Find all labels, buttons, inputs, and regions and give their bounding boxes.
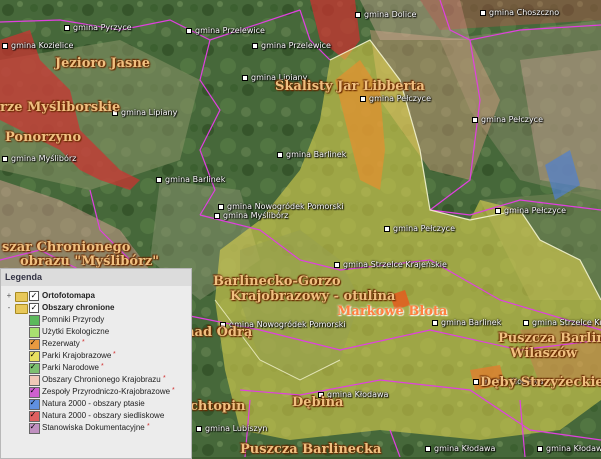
expand-icon[interactable]: + (5, 290, 13, 302)
legend-item[interactable]: ✓ Natura 2000 - obszary ptasie (1, 398, 191, 410)
legend-item[interactable]: ✓ Zespoły Przyrodniczo-Krajobrazowe * (1, 386, 191, 398)
gmina-label: gmina Strzelce Krajeńskie (334, 260, 447, 269)
legend-item[interactable]: ✓ Natura 2000 - obszary siedliskowe (1, 410, 191, 422)
folder-open-icon (15, 304, 28, 314)
area-label: Dębina (292, 395, 344, 410)
gmina-label: gmina Myślibórz (214, 211, 288, 220)
gmina-label: gmina Lubiszyn (196, 424, 267, 433)
gmina-label: gmina Myślibórz (2, 154, 76, 163)
gmina-label: gmina Dolice (355, 10, 416, 19)
gmina-label: gmina Pełczyce (384, 224, 455, 233)
required-marker: * (82, 339, 85, 346)
gmina-label: gmina Pyrzyce (64, 23, 132, 32)
folder-icon (15, 292, 28, 302)
gmina-label: gmina Przelewice (252, 41, 331, 50)
area-label: Puszcza Barlinecka (240, 442, 382, 457)
layer-checkbox[interactable]: ✓ (29, 411, 37, 419)
gmina-label: gmina Lipiany (112, 108, 177, 117)
legend-item[interactable]: ✓ Rezerwaty * (1, 338, 191, 350)
legend-item-label: Użytki Ekologiczne (42, 327, 110, 336)
legend-item[interactable]: ✓ Stanowiska Dokumentacyjne * (1, 422, 191, 434)
area-label: Markowe Błota (337, 304, 448, 319)
gmina-label: gmina Pełczyce (495, 206, 566, 215)
gmina-label: gmina Kłodawa (537, 444, 601, 453)
gmina-label: gmina Kłodawa (425, 444, 495, 453)
legend-item-label: Obszary Chronionego Krajobrazu (42, 375, 161, 384)
gmina-label: gmina Barlinek (277, 150, 346, 159)
legend-item[interactable]: ✓ Parki Krajobrazowe * (1, 350, 191, 362)
layer-checkbox[interactable] (29, 315, 37, 323)
gmina-label: gmina Choszczno (480, 8, 559, 17)
layer-checkbox[interactable]: ✓ (29, 399, 37, 407)
legend-item-label: Natura 2000 - obszary siedliskowe (42, 411, 165, 420)
area-label: Dęby Strzyżeckie (480, 375, 601, 390)
gmina-label: gmina Barlinek (432, 318, 501, 327)
legend-title: Legenda (1, 269, 191, 286)
gmina-label: gmina Strzelce Krajeńskie (523, 318, 601, 327)
legend-item[interactable]: Użytki Ekologiczne (1, 326, 191, 338)
area-label: Krajobrazowy - otulina (230, 289, 396, 304)
area-label: rze Myśliborskie (0, 100, 121, 115)
layer-checkbox[interactable]: ✓ (29, 291, 39, 301)
gmina-label: gmina Przelewice (186, 26, 265, 35)
legend-item[interactable]: Pomniki Przyrody (1, 314, 191, 326)
layer-checkbox[interactable] (29, 327, 37, 335)
area-label: chtopin (190, 399, 246, 414)
area-label: szar Chronionego (2, 240, 131, 255)
layer-checkbox[interactable] (29, 375, 37, 383)
gmina-label: gmina Pełczyce (472, 115, 543, 124)
required-marker: * (147, 423, 150, 430)
legend-item[interactable]: Obszary Chronionego Krajobrazu * (1, 374, 191, 386)
layer-checkbox[interactable]: ✓ (29, 339, 37, 347)
legend-item-label: Rezerwaty (42, 339, 80, 348)
required-marker: * (113, 351, 116, 358)
layer-checkbox[interactable]: ✓ (29, 387, 37, 395)
area-label: obrazu "Myślibórz" (20, 254, 160, 269)
required-marker: * (101, 363, 104, 370)
area-label: Ponorzyno (5, 130, 82, 145)
area-label: Skalisty Jar Libberta (275, 79, 425, 94)
layer-checkbox[interactable]: ✓ (29, 303, 39, 313)
gmina-label: gmina Pełczyce (360, 94, 431, 103)
legend-item-label: Stanowiska Dokumentacyjne (42, 423, 145, 432)
legend-group-protected[interactable]: - ✓ Obszary chronione (1, 302, 191, 314)
area-label: Wilaszów (510, 346, 578, 361)
gmina-label: gmina Nowogródek Pomorski (218, 202, 344, 211)
area-label: Puszcza Barlinec (498, 331, 601, 346)
legend-panel: Legenda + ✓ Ortofotomapa - ✓ Obszary chr… (0, 268, 192, 459)
legend-item-label: Pomniki Przyrody (42, 315, 105, 324)
legend-item-label: Parki Narodowe (42, 363, 99, 372)
legend-item-label: Zespoły Przyrodniczo-Krajobrazowe (42, 387, 171, 396)
collapse-icon[interactable]: - (5, 302, 13, 314)
layer-checkbox[interactable]: ✓ (29, 423, 37, 431)
legend-item-label: Natura 2000 - obszary ptasie (42, 399, 145, 408)
legend-group-orthophoto[interactable]: + ✓ Ortofotomapa (1, 290, 191, 302)
area-label: Barlinecko-Gorzo (213, 274, 341, 289)
gmina-label: gmina Kozielice (2, 41, 73, 50)
required-marker: * (163, 375, 166, 382)
area-label: Jezioro Jasne (55, 56, 151, 71)
legend-group-label: Obszary chronione (42, 303, 115, 312)
gmina-label: gmina Barlinek (156, 175, 225, 184)
layer-checkbox[interactable]: ✓ (29, 351, 37, 359)
required-marker: * (172, 387, 175, 394)
legend-group-label: Ortofotomapa (42, 291, 95, 300)
layer-checkbox[interactable]: ✓ (29, 363, 37, 371)
